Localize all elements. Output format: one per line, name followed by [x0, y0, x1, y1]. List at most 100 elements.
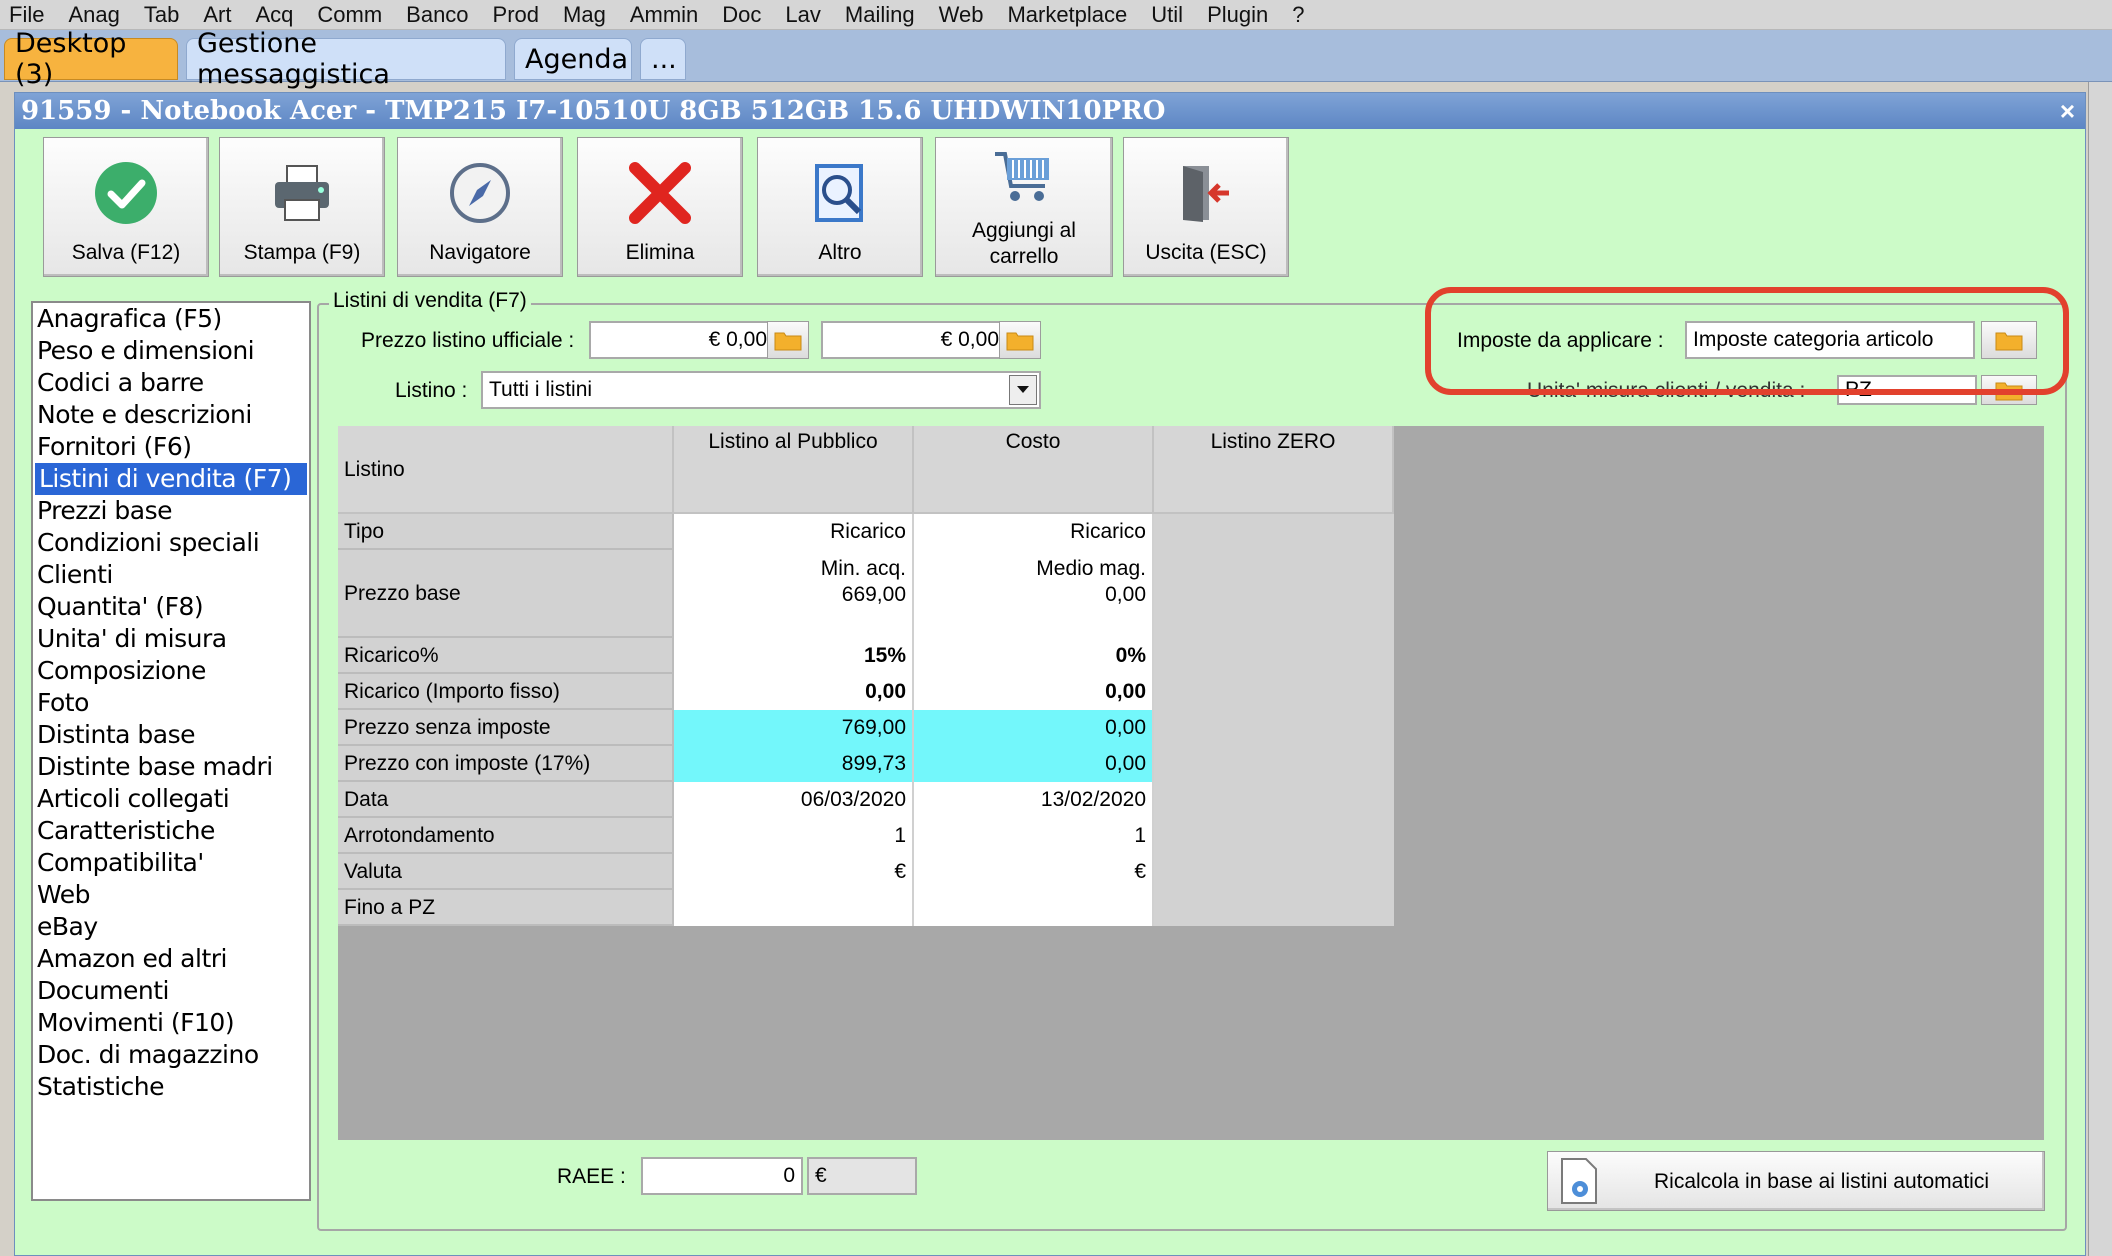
column-header-costo[interactable]: Costo — [914, 426, 1154, 514]
column-header-zero[interactable]: Listino ZERO — [1154, 426, 1394, 514]
delete-button[interactable]: Elimina — [577, 137, 743, 277]
menu-help[interactable]: ? — [1283, 2, 1319, 28]
nav-item-condizioni-speciali[interactable]: Condizioni speciali — [33, 527, 309, 559]
nav-item-amazon[interactable]: Amazon ed altri — [33, 943, 309, 975]
other-button[interactable]: Altro — [757, 137, 923, 277]
cell-ricarico-perc-pubblico[interactable]: 15% — [674, 638, 914, 674]
nav-item-documenti[interactable]: Documenti — [33, 975, 309, 1007]
cell-prezzo-base-zero[interactable] — [1154, 550, 1394, 638]
nav-item-quantita[interactable]: Quantita' (F8) — [33, 591, 309, 623]
cell-prezzo-base-pubblico[interactable]: Min. acq. 669,00 — [674, 550, 914, 638]
menu-marketplace[interactable]: Marketplace — [998, 2, 1142, 28]
menu-anag[interactable]: Anag — [59, 2, 134, 28]
cell-tipo-zero[interactable] — [1154, 514, 1394, 550]
cell-valuta-pubblico[interactable]: € — [674, 854, 914, 890]
cell-data-pubblico[interactable]: 06/03/2020 — [674, 782, 914, 818]
official-price-field-2[interactable]: € 0,00 — [821, 321, 1007, 359]
nav-item-clienti[interactable]: Clienti — [33, 559, 309, 591]
exit-button[interactable]: Uscita (ESC) — [1123, 137, 1289, 277]
menu-mailing[interactable]: Mailing — [836, 2, 930, 28]
official-price-1-lookup-button[interactable] — [767, 321, 809, 359]
nav-item-ebay[interactable]: eBay — [33, 911, 309, 943]
nav-item-articoli-collegati[interactable]: Articoli collegati — [33, 783, 309, 815]
menu-util[interactable]: Util — [1142, 2, 1198, 28]
save-label: Salva (F12) — [71, 241, 181, 264]
nav-item-listini-vendita[interactable]: Listini di vendita (F7) — [35, 463, 307, 495]
nav-item-movimenti[interactable]: Movimenti (F10) — [33, 1007, 309, 1039]
nav-item-anagrafica[interactable]: Anagrafica (F5) — [33, 303, 309, 335]
cell-arrotondamento-pubblico[interactable]: 1 — [674, 818, 914, 854]
navigator-button[interactable]: Navigatore — [397, 137, 563, 277]
cell-valuta-costo[interactable]: € — [914, 854, 1154, 890]
cell-arrotondamento-costo[interactable]: 1 — [914, 818, 1154, 854]
menu-mag[interactable]: Mag — [554, 2, 621, 28]
official-price-field-1[interactable]: € 0,00 — [589, 321, 775, 359]
nav-item-statistiche[interactable]: Statistiche — [33, 1071, 309, 1103]
menu-doc[interactable]: Doc — [713, 2, 776, 28]
cell-ricarico-perc-costo[interactable]: 0% — [914, 638, 1154, 674]
listino-select[interactable]: Tutti i listini — [481, 371, 1041, 409]
menu-file[interactable]: File — [0, 2, 59, 28]
chevron-down-icon[interactable] — [1009, 375, 1037, 405]
tab-gestione-messaggistica[interactable]: Gestione messaggistica — [186, 28, 506, 90]
cell-ricarico-fisso-pubblico[interactable]: 0,00 — [674, 674, 914, 710]
row-label-fino-a-pz: Fino a PZ — [338, 890, 674, 926]
menu-banco[interactable]: Banco — [397, 2, 483, 28]
cell-ricarico-fisso-zero[interactable] — [1154, 674, 1394, 710]
print-button[interactable]: Stampa (F9) — [219, 137, 385, 277]
tab-more[interactable]: ... — [640, 38, 686, 80]
cell-prezzo-senza-imposte-costo[interactable]: 0,00 — [914, 710, 1154, 746]
menu-prod[interactable]: Prod — [484, 2, 554, 28]
tab-desktop[interactable]: Desktop (3) — [4, 28, 178, 90]
menu-art[interactable]: Art — [194, 2, 246, 28]
raee-field[interactable]: 0 — [641, 1157, 803, 1195]
menu-tab[interactable]: Tab — [135, 2, 194, 28]
nav-item-codici-barre[interactable]: Codici a barre — [33, 367, 309, 399]
cell-prezzo-senza-imposte-pubblico[interactable]: 769,00 — [674, 710, 914, 746]
nav-item-fornitori[interactable]: Fornitori (F6) — [33, 431, 309, 463]
menu-ammin[interactable]: Ammin — [621, 2, 713, 28]
cell-arrotondamento-zero[interactable] — [1154, 818, 1394, 854]
menu-comm[interactable]: Comm — [308, 2, 397, 28]
menu-lav[interactable]: Lav — [776, 2, 835, 28]
cell-tipo-pubblico[interactable]: Ricarico — [674, 514, 914, 550]
cell-fino-a-pz-zero[interactable] — [1154, 890, 1394, 926]
nav-item-composizione[interactable]: Composizione — [33, 655, 309, 687]
cell-valuta-zero[interactable] — [1154, 854, 1394, 890]
nav-item-caratteristiche[interactable]: Caratteristiche — [33, 815, 309, 847]
close-icon[interactable]: × — [2060, 93, 2075, 129]
tab-agenda[interactable]: Agenda — [514, 38, 632, 80]
cell-fino-a-pz-pubblico[interactable] — [674, 890, 914, 926]
nav-item-distinte-base-madri[interactable]: Distinte base madri — [33, 751, 309, 783]
cell-data-costo[interactable]: 13/02/2020 — [914, 782, 1154, 818]
cell-prezzo-con-imposte-costo[interactable]: 0,00 — [914, 746, 1154, 782]
nav-item-prezzi-base[interactable]: Prezzi base — [33, 495, 309, 527]
cell-data-zero[interactable] — [1154, 782, 1394, 818]
nav-item-web[interactable]: Web — [33, 879, 309, 911]
official-price-2-lookup-button[interactable] — [999, 321, 1041, 359]
prezzo-base-costo-value: 0,00 — [1105, 583, 1146, 606]
nav-item-foto[interactable]: Foto — [33, 687, 309, 719]
nav-item-compatibilita[interactable]: Compatibilita' — [33, 847, 309, 879]
cell-prezzo-con-imposte-zero[interactable] — [1154, 746, 1394, 782]
cell-prezzo-con-imposte-pubblico[interactable]: 899,73 — [674, 746, 914, 782]
cell-prezzo-senza-imposte-zero[interactable] — [1154, 710, 1394, 746]
menu-plugin[interactable]: Plugin — [1198, 2, 1283, 28]
cell-ricarico-perc-zero[interactable] — [1154, 638, 1394, 674]
cell-prezzo-base-costo[interactable]: Medio mag. 0,00 — [914, 550, 1154, 638]
add-to-cart-button[interactable]: Aggiungi al carrello — [935, 137, 1113, 277]
cell-ricarico-fisso-costo[interactable]: 0,00 — [914, 674, 1154, 710]
menu-web[interactable]: Web — [930, 2, 999, 28]
nav-item-peso-dimensioni[interactable]: Peso e dimensioni — [33, 335, 309, 367]
save-button[interactable]: Salva (F12) — [43, 137, 209, 277]
cell-tipo-costo[interactable]: Ricarico — [914, 514, 1154, 550]
nav-item-unita-misura[interactable]: Unita' di misura — [33, 623, 309, 655]
cell-fino-a-pz-costo[interactable] — [914, 890, 1154, 926]
menu-acq[interactable]: Acq — [246, 2, 308, 28]
nav-item-doc-magazzino[interactable]: Doc. di magazzino — [33, 1039, 309, 1071]
column-header-pubblico[interactable]: Listino al Pubblico — [674, 426, 914, 514]
menu-bar: File Anag Tab Art Acq Comm Banco Prod Ma… — [0, 0, 2112, 30]
nav-item-note-descrizioni[interactable]: Note e descrizioni — [33, 399, 309, 431]
recalc-button[interactable]: Ricalcola in base ai listini automatici — [1547, 1151, 2045, 1211]
nav-item-distinta-base[interactable]: Distinta base — [33, 719, 309, 751]
